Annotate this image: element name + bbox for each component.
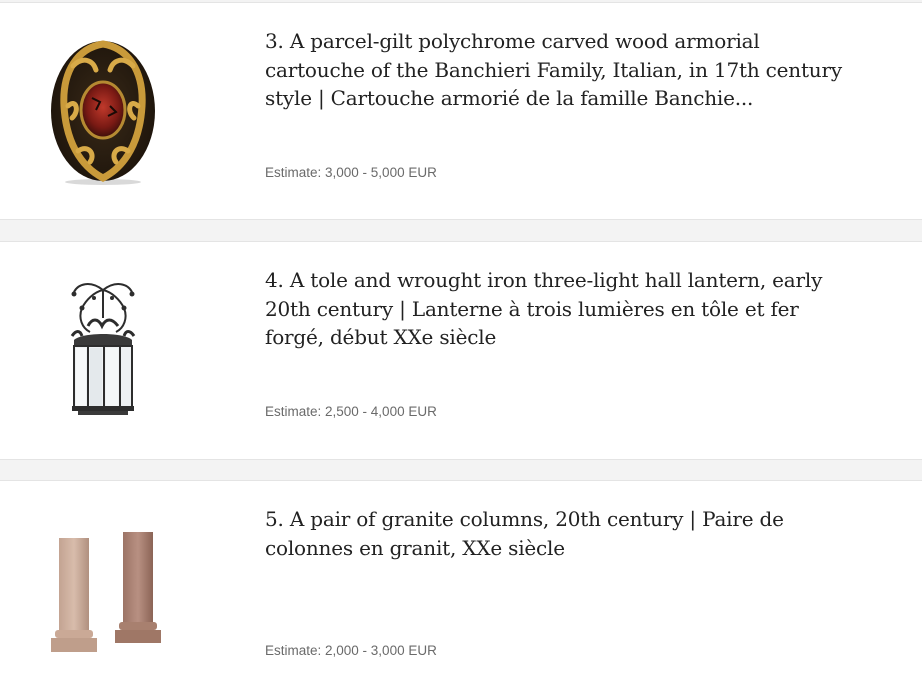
lot-list: 3. A parcel-gilt polychrome carved wood … [0,0,922,698]
cartouche-image [51,40,155,185]
lot-card-3[interactable]: 3. A parcel-gilt polychrome carved wood … [0,2,922,220]
lot-title[interactable]: 3. A parcel-gilt polychrome carved wood … [265,27,855,113]
lot-estimate: Estimate: 2,000 - 3,000 EUR [265,643,437,658]
lot-image[interactable] [28,242,178,459]
lot-card-5[interactable]: 5. A pair of granite columns, 20th centu… [0,480,922,698]
lot-estimate: Estimate: 3,000 - 5,000 EUR [265,165,437,180]
lot-image[interactable] [28,3,178,219]
lantern-image [70,283,136,415]
lot-title[interactable]: 4. A tole and wrought iron three-light h… [265,266,855,352]
lot-estimate: Estimate: 2,500 - 4,000 EUR [265,404,437,419]
lot-title[interactable]: 5. A pair of granite columns, 20th centu… [265,505,855,562]
columns-image [51,532,161,652]
lot-card-4[interactable]: 4. A tole and wrought iron three-light h… [0,241,922,460]
lot-image[interactable] [28,481,178,698]
